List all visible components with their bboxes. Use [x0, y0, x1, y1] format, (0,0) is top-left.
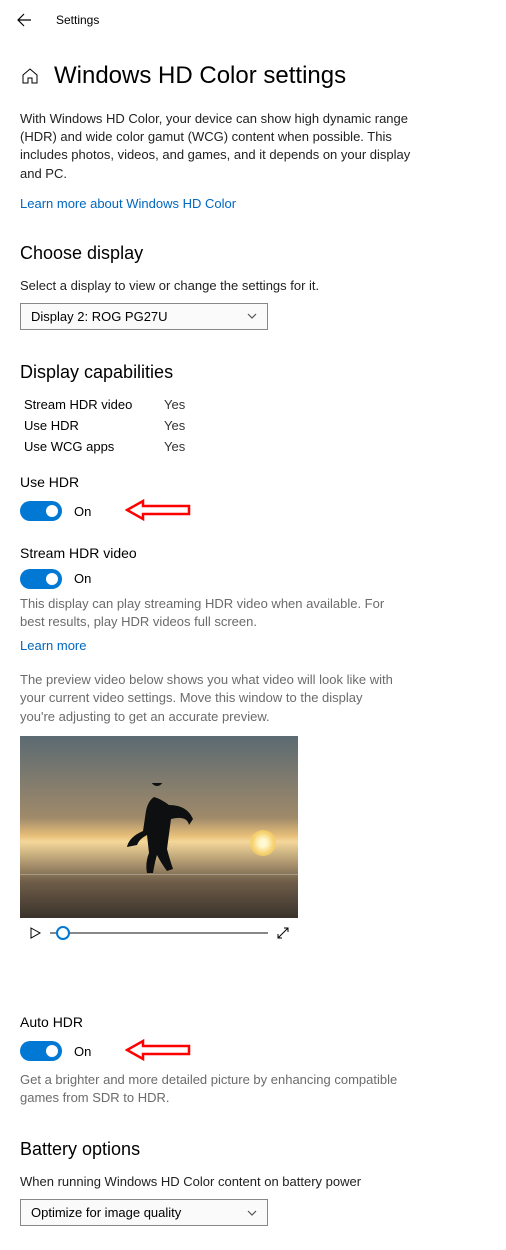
cap-label: Use HDR [24, 418, 164, 433]
use-hdr-state: On [74, 504, 91, 519]
arrow-left-icon [16, 12, 32, 28]
display-select-value: Display 2: ROG PG27U [31, 309, 168, 324]
display-select[interactable]: Display 2: ROG PG27U [20, 303, 268, 330]
annotation-arrow-icon [125, 1038, 191, 1065]
cap-row: Use HDRYes [24, 418, 486, 433]
window-title: Settings [56, 13, 99, 27]
fullscreen-icon [276, 926, 290, 940]
intro-text: With Windows HD Color, your device can s… [20, 110, 420, 183]
use-hdr-label: Use HDR [20, 474, 486, 490]
auto-hdr-toggle[interactable] [20, 1041, 62, 1061]
stream-hdr-hint: This display can play streaming HDR vide… [20, 595, 400, 631]
stream-hdr-state: On [74, 571, 91, 586]
page-title: Windows HD Color settings [54, 62, 346, 90]
cap-value: Yes [164, 439, 185, 454]
stream-hdr-label: Stream HDR video [20, 545, 486, 561]
preview-railing [20, 874, 298, 900]
cap-value: Yes [164, 418, 185, 433]
choose-display-heading: Choose display [20, 243, 486, 264]
home-button[interactable] [20, 66, 40, 86]
learn-more-hd-color-link[interactable]: Learn more about Windows HD Color [20, 196, 236, 211]
capabilities-table: Stream HDR videoYes Use HDRYes Use WCG a… [24, 397, 486, 454]
annotation-arrow-icon [125, 498, 191, 525]
use-hdr-toggle[interactable] [20, 501, 62, 521]
back-button[interactable] [12, 8, 36, 32]
stream-hdr-toggle[interactable] [20, 569, 62, 589]
cap-value: Yes [164, 397, 185, 412]
battery-select[interactable]: Optimize for image quality [20, 1199, 268, 1226]
cap-row: Use WCG appsYes [24, 439, 486, 454]
battery-select-value: Optimize for image quality [31, 1205, 181, 1220]
fullscreen-button[interactable] [276, 926, 290, 940]
battery-heading: Battery options [20, 1139, 486, 1160]
scrubber-thumb[interactable] [56, 926, 70, 940]
preview-video[interactable] [20, 736, 298, 918]
preview-silhouette [124, 783, 194, 878]
capabilities-heading: Display capabilities [20, 362, 486, 383]
cap-label: Use WCG apps [24, 439, 164, 454]
learn-more-stream-link[interactable]: Learn more [20, 638, 86, 653]
video-scrubber[interactable] [50, 932, 268, 934]
preview-hint: The preview video below shows you what v… [20, 671, 400, 726]
cap-label: Stream HDR video [24, 397, 164, 412]
play-button[interactable] [28, 926, 42, 940]
auto-hdr-hint: Get a brighter and more detailed picture… [20, 1071, 400, 1107]
battery-instruction: When running Windows HD Color content on… [20, 1174, 486, 1189]
home-icon [20, 66, 40, 86]
play-icon [28, 926, 42, 940]
auto-hdr-label: Auto HDR [20, 1014, 486, 1030]
preview-sun-icon [250, 830, 276, 856]
choose-display-instruction: Select a display to view or change the s… [20, 278, 486, 293]
auto-hdr-state: On [74, 1044, 91, 1059]
cap-row: Stream HDR videoYes [24, 397, 486, 412]
